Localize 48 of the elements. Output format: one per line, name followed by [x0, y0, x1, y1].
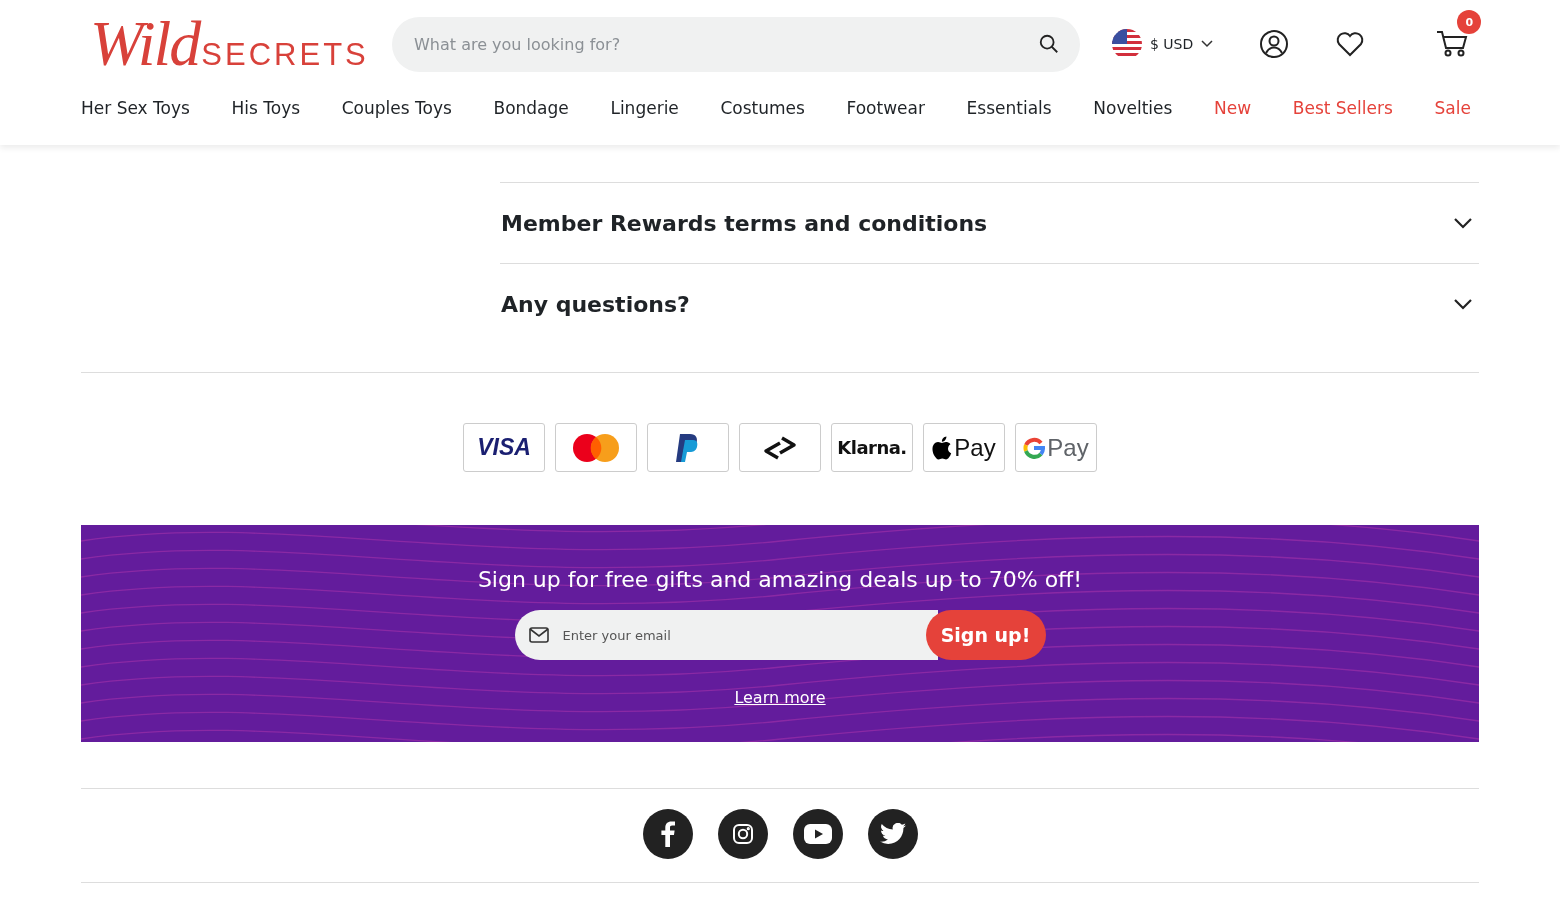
logo[interactable]: WildSECRETS [90, 7, 390, 81]
payment-logo: Pay [923, 423, 1005, 472]
cart-count-badge: 0 [1457, 10, 1482, 34]
heart-icon[interactable] [1335, 30, 1366, 58]
nav-link[interactable]: Footwear [846, 98, 925, 118]
nav-link[interactable]: Costumes [720, 98, 805, 118]
nav-link[interactable]: Her Sex Toys [81, 98, 190, 118]
currency-selector[interactable]: $ USD [1112, 29, 1214, 59]
search-input[interactable]: What are you looking for? [412, 33, 1038, 55]
nav-link[interactable]: His Toys [231, 98, 301, 118]
twitter-icon [879, 823, 906, 845]
nav-link[interactable]: Couples Toys [341, 98, 452, 118]
accordion-item[interactable]: Any questions? [500, 263, 1479, 344]
instagram-button[interactable] [717, 809, 768, 859]
search-icon [1038, 33, 1060, 55]
twitter-button[interactable] [867, 809, 918, 859]
afterpay-icon [762, 434, 798, 461]
payment-logo: Klarna. [831, 423, 913, 472]
nav-link[interactable]: Bondage [493, 98, 569, 118]
search-field[interactable]: What are you looking for? [392, 16, 1080, 72]
chevron-icon [1453, 217, 1473, 229]
sign-up-button[interactable]: Sign up! [925, 610, 1046, 660]
flag-icon [1112, 29, 1142, 59]
mail-icon [528, 627, 549, 643]
accordion-item[interactable]: Member Rewards terms and conditions [500, 182, 1479, 263]
mastercard-icon [572, 432, 620, 463]
account-icon[interactable] [1259, 29, 1290, 59]
newsletter-heading: Sign up for free gifts and amazing deals up to 70% off! [477, 567, 1083, 592]
facebook-icon [660, 821, 675, 847]
youtube-button[interactable] [792, 809, 843, 859]
google-icon [1023, 436, 1046, 459]
apple-icon [932, 435, 953, 460]
payment-logo: VISA [463, 423, 545, 472]
payment-logo: Pay [1015, 423, 1097, 472]
nav-link[interactable]: Essentials [966, 98, 1052, 118]
nav-link[interactable]: Lingerie [610, 98, 679, 118]
facebook-button[interactable] [642, 809, 693, 859]
email-input[interactable]: Enter your email [560, 626, 922, 644]
instagram-icon [731, 823, 754, 845]
youtube-icon [803, 824, 832, 844]
nav-link[interactable]: New [1214, 98, 1252, 118]
caret-icon [1201, 40, 1214, 48]
email-field[interactable]: Enter your email [514, 610, 938, 660]
chevron-icon [1453, 298, 1473, 310]
learn-more-link[interactable]: Learn more [734, 688, 826, 707]
nav-link[interactable]: Best Sellers [1292, 98, 1393, 118]
nav-link[interactable]: Novelties [1093, 98, 1173, 118]
nav-link[interactable]: Sale [1434, 98, 1471, 118]
